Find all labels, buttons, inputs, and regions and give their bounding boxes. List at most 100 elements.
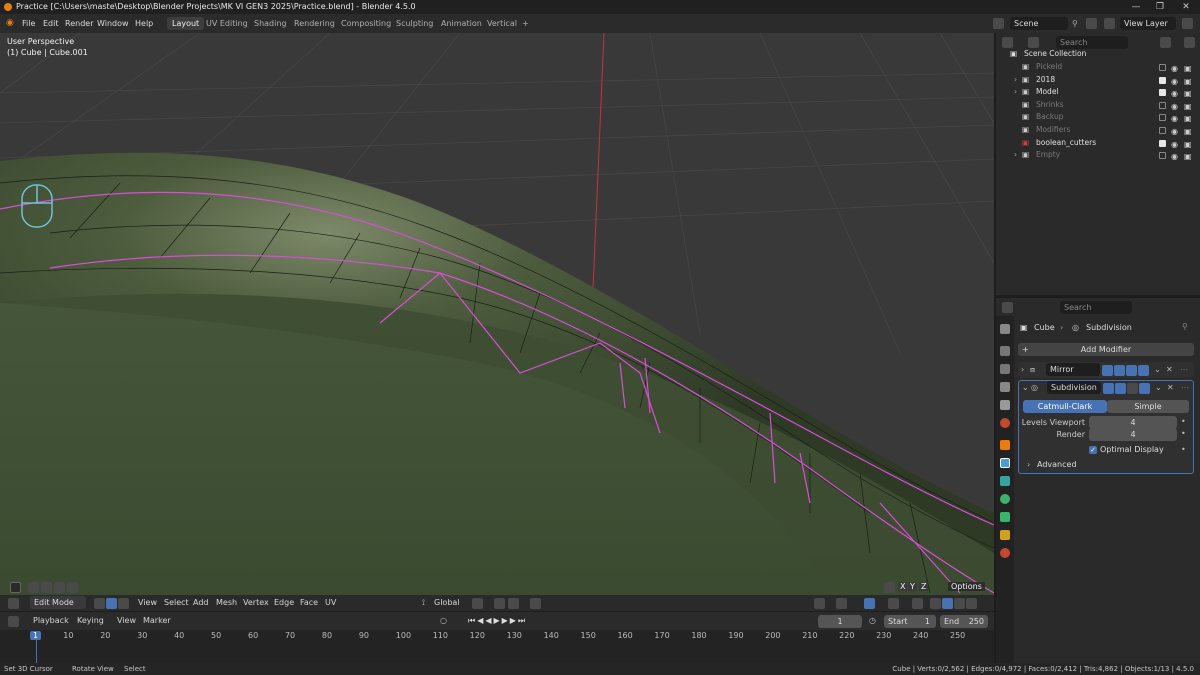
- menu-add[interactable]: Add: [193, 595, 209, 611]
- pin-icon[interactable]: ⚲: [1072, 14, 1078, 33]
- properties-search-input[interactable]: Search: [1060, 301, 1132, 314]
- exclude-checkbox[interactable]: [1159, 101, 1166, 109]
- view-layer-selector[interactable]: View Layer: [1120, 17, 1176, 30]
- properties-editor-icon[interactable]: [1002, 302, 1013, 313]
- display-mode-icon[interactable]: [1028, 37, 1039, 48]
- menu-keying[interactable]: Keying: [77, 616, 104, 625]
- physics-tab-icon[interactable]: [1000, 494, 1010, 504]
- timeline-editor-icon[interactable]: [8, 616, 19, 627]
- material-shading-icon[interactable]: [954, 598, 965, 609]
- menu-edit[interactable]: Edit: [43, 14, 59, 33]
- simple-option[interactable]: Simple: [1107, 400, 1189, 413]
- transform-orientation-selector[interactable]: Global: [434, 595, 460, 611]
- end-frame-field[interactable]: End 250: [940, 615, 988, 628]
- modifier-mirror-panel[interactable]: › ⧈ Mirror ⌄ ✕ ⋯: [1018, 362, 1194, 378]
- menu-marker[interactable]: Marker: [143, 616, 171, 625]
- subdivision-viewport-toggle[interactable]: [1127, 383, 1138, 394]
- expand-subdivision-icon[interactable]: ⌄: [1022, 383, 1029, 392]
- subdivision-editmode-toggle[interactable]: [1103, 383, 1114, 394]
- face-select-icon[interactable]: [118, 598, 129, 609]
- menu-face[interactable]: Face: [300, 595, 318, 611]
- gizmo-icon[interactable]: [836, 598, 847, 609]
- menu-vertex[interactable]: Vertex: [243, 595, 269, 611]
- catmull-clark-option[interactable]: Catmull-Clark: [1023, 400, 1107, 413]
- menu-file[interactable]: File: [22, 14, 35, 33]
- menu-edge[interactable]: Edge: [274, 595, 294, 611]
- add-modifier-button[interactable]: + Add Modifier: [1018, 343, 1194, 356]
- menu-window[interactable]: Window: [97, 14, 129, 33]
- xray-icon[interactable]: [912, 598, 923, 609]
- outliner-row[interactable]: ▣ Shrinks ◉ ▣: [996, 99, 1200, 112]
- mode-selector[interactable]: Edit Mode: [30, 596, 86, 609]
- mirror-cage-toggle[interactable]: [1114, 365, 1125, 376]
- outliner-row[interactable]: ▣ Pickeld ◉ ▣: [996, 61, 1200, 74]
- modifiers-tab-icon[interactable]: [1000, 458, 1010, 468]
- playback-controls[interactable]: ⏮◀◀▶▶▶⏭: [468, 616, 527, 626]
- start-frame-field[interactable]: Start 1: [884, 615, 936, 628]
- render-levels-field[interactable]: 4: [1089, 428, 1177, 441]
- menu-timeline-view[interactable]: View: [117, 616, 136, 625]
- advanced-label[interactable]: Advanced: [1037, 460, 1077, 469]
- new-view-layer-icon[interactable]: [1182, 18, 1193, 29]
- menu-help[interactable]: Help: [135, 14, 153, 33]
- expand-mirror-icon[interactable]: ›: [1021, 365, 1024, 374]
- subdivision-render-toggle[interactable]: [1139, 383, 1150, 394]
- scene-icon[interactable]: [993, 18, 1004, 29]
- view-layer-tab-icon[interactable]: [1000, 382, 1010, 392]
- optimal-display-checkbox[interactable]: ✓: [1089, 446, 1097, 454]
- mesh-overlays-icon[interactable]: [888, 598, 899, 609]
- render-tab-icon[interactable]: [1000, 346, 1010, 356]
- world-tab-icon[interactable]: [1000, 418, 1010, 428]
- exclude-checkbox[interactable]: [1159, 139, 1166, 147]
- pivot-point-icon[interactable]: [472, 598, 483, 609]
- select-mode-3-icon[interactable]: [54, 582, 65, 593]
- advanced-expand-icon[interactable]: ›: [1027, 460, 1030, 469]
- axis-lock-icon[interactable]: [884, 582, 895, 593]
- tab-rendering[interactable]: Rendering: [289, 17, 340, 30]
- edge-select-icon[interactable]: [106, 598, 117, 609]
- data-tab-icon[interactable]: [1000, 530, 1010, 540]
- select-mode-1-icon[interactable]: [28, 582, 39, 593]
- viewport-canvas[interactable]: [0, 33, 994, 610]
- select-mode-4-icon[interactable]: [67, 582, 78, 593]
- close-button[interactable]: ✕: [1174, 0, 1198, 14]
- mirror-remove-icon[interactable]: ✕: [1166, 365, 1173, 374]
- menu-render[interactable]: Render: [65, 14, 93, 33]
- solid-shading-icon[interactable]: [942, 598, 953, 609]
- tool-select-icon[interactable]: [10, 582, 21, 593]
- levels-viewport-keyframe-icon[interactable]: •: [1181, 417, 1186, 426]
- material-tab-icon[interactable]: [1000, 548, 1010, 558]
- overlays-icon[interactable]: [864, 598, 875, 609]
- tab-sculpting[interactable]: Sculpting: [391, 17, 438, 30]
- tab-uv-editing[interactable]: UV Editing: [201, 17, 253, 30]
- tab-shading[interactable]: Shading: [249, 17, 292, 30]
- subdivision-name-field[interactable]: Subdivision: [1047, 381, 1101, 394]
- options-dropdown[interactable]: Options: [948, 582, 985, 591]
- new-collection-icon[interactable]: [1184, 37, 1195, 48]
- mirror-viewport-toggle[interactable]: [1126, 365, 1137, 376]
- subdivision-menu-icon[interactable]: ⌄: [1155, 383, 1162, 392]
- object-tab-icon[interactable]: [1000, 440, 1010, 450]
- view-layer-icon[interactable]: [1104, 18, 1115, 29]
- expand-arrow-icon[interactable]: ›: [1014, 86, 1017, 99]
- axis-z-toggle[interactable]: Z: [919, 582, 929, 591]
- snap-target-icon[interactable]: [508, 598, 519, 609]
- pin-properties-icon[interactable]: ⚲: [1182, 322, 1188, 331]
- exclude-checkbox[interactable]: [1159, 127, 1166, 134]
- visibility-icon[interactable]: [814, 598, 825, 609]
- snap-icon[interactable]: [494, 598, 505, 609]
- record-icon[interactable]: ○: [440, 616, 447, 625]
- axis-y-toggle[interactable]: Y: [908, 582, 917, 591]
- outliner-row[interactable]: › ▣ Empty ◉ ▣: [996, 149, 1200, 162]
- frame-ruler[interactable]: 1 10 20 30 40 50 60 70 80 90 100 110 120 130 140 150 160…: [0, 630, 994, 663]
- select-mode-2-icon[interactable]: [41, 582, 52, 593]
- axis-x-toggle[interactable]: X: [898, 582, 908, 591]
- outliner-editor-icon[interactable]: [1002, 37, 1013, 48]
- render-camera-icon[interactable]: ▣: [1184, 151, 1192, 164]
- new-scene-icon[interactable]: [1086, 18, 1097, 29]
- exclude-checkbox[interactable]: [1159, 76, 1166, 84]
- exclude-checkbox[interactable]: [1159, 64, 1166, 71]
- outliner-row[interactable]: ▣ Modifiers ◉ ▣: [996, 124, 1200, 137]
- wireframe-shading-icon[interactable]: [930, 598, 941, 609]
- optimal-display-keyframe-icon[interactable]: •: [1181, 445, 1186, 454]
